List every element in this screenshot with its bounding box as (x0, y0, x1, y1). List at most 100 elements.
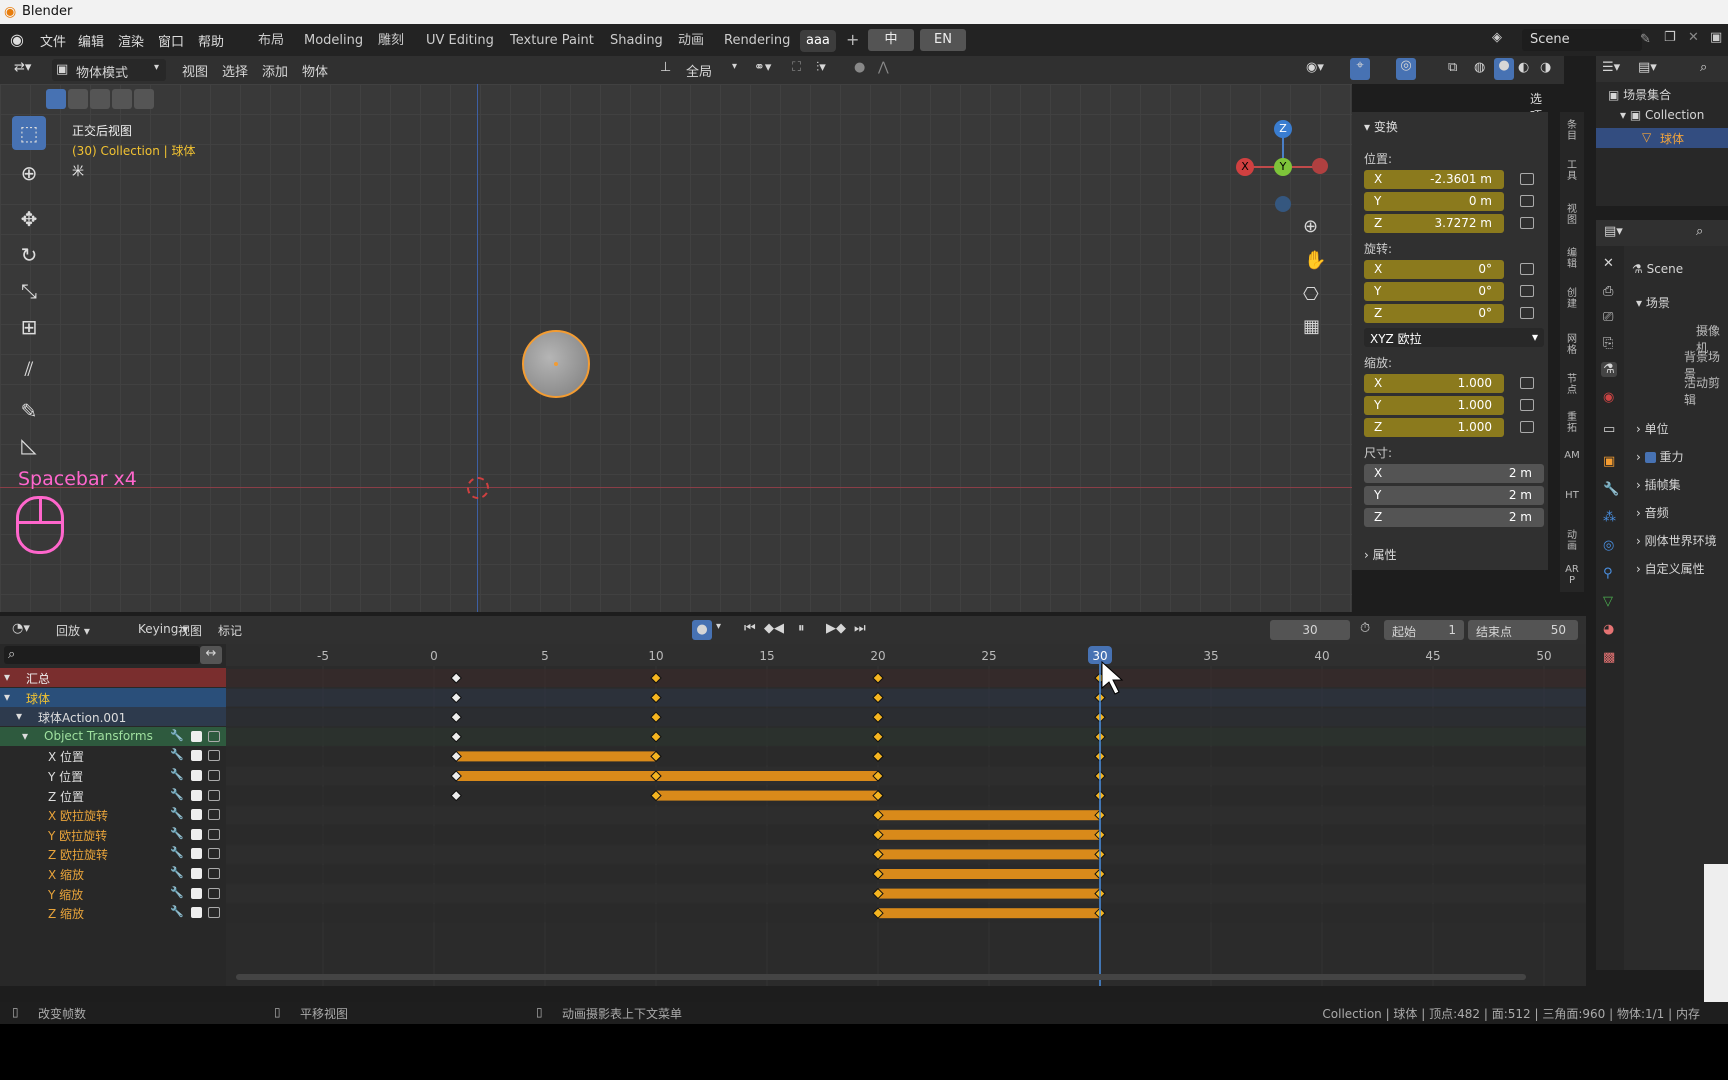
close-icon[interactable]: ✕ (1688, 30, 1699, 45)
lock-icon[interactable] (208, 750, 220, 762)
sphere-object[interactable] (522, 330, 590, 398)
location-y-field[interactable]: Y 0 m (1364, 192, 1504, 211)
sidebar-tab[interactable]: 编辑 (1564, 248, 1580, 270)
lock-icon[interactable] (1520, 263, 1534, 275)
gravity-panel-header[interactable]: › 重力 (1636, 448, 1683, 465)
sidebar-tab[interactable]: 视图 (1564, 204, 1580, 226)
material-shading-icon[interactable]: ◐ (1518, 60, 1529, 75)
modifier-icon[interactable]: 🔧 (170, 886, 184, 899)
sidebar-tab[interactable]: ARP (1564, 564, 1580, 586)
gizmo-z-axis[interactable]: Z (1274, 120, 1292, 138)
modifier-icon[interactable]: 🔧 (170, 807, 184, 820)
menu-object[interactable]: 物体 (302, 61, 328, 80)
channel-row[interactable]: Y 欧拉旋转 🔧 (0, 824, 226, 844)
select-extend-icon[interactable] (68, 89, 88, 109)
menu-add[interactable]: 添加 (262, 61, 288, 80)
sidebar-tab[interactable]: 条目 (1564, 120, 1580, 142)
editor-type-icon[interactable]: ▤▾ (1604, 224, 1623, 239)
scene-icon[interactable]: ◈ (1492, 30, 1502, 45)
output-tab-icon[interactable]: ⎚ (1603, 310, 1613, 325)
channel-row[interactable]: X 欧拉旋转 🔧 (0, 805, 226, 825)
camera-view-icon[interactable]: ⎔ (1303, 284, 1319, 305)
lock-icon[interactable] (208, 868, 220, 879)
scale-z-field[interactable]: Z 1.000 (1364, 418, 1504, 437)
channel-search-input[interactable]: ⌕ (4, 646, 200, 664)
rotation-y-field[interactable]: Y 0° (1364, 282, 1504, 301)
modifier-icon[interactable]: 🔧 (170, 905, 184, 918)
custom-props-panel-header[interactable]: › 自定义属性 (1636, 560, 1705, 577)
measure-tool[interactable]: ◺ (12, 428, 46, 462)
lock-icon[interactable] (1520, 195, 1534, 207)
scene-tab-icon[interactable]: ⚗ (1601, 362, 1617, 377)
mute-checkbox[interactable] (191, 887, 202, 899)
tab-texture-paint[interactable]: Texture Paint (504, 30, 600, 52)
lock-icon[interactable] (208, 809, 220, 821)
select-invert-icon[interactable] (112, 89, 132, 109)
jump-end-icon[interactable]: ⏭ (854, 621, 866, 636)
lock-icon[interactable] (1520, 217, 1534, 229)
channel-row[interactable]: ▾ 球体 (0, 687, 226, 707)
lang-button-en[interactable]: EN (920, 29, 966, 51)
channel-row[interactable]: X 位置 🔧 (0, 746, 226, 766)
rotation-z-field[interactable]: Z 0° (1364, 304, 1504, 323)
data-tab-icon[interactable]: ▽ (1603, 594, 1613, 609)
pin-icon[interactable]: ✎ (1640, 32, 1651, 47)
menu-select[interactable]: 选择 (222, 61, 248, 80)
scene-selector[interactable]: Scene ✎ (1522, 29, 1651, 51)
menu-help[interactable]: 帮助 (198, 31, 224, 50)
navigation-gizmo[interactable]: Z X Y (1236, 120, 1328, 212)
gravity-checkbox[interactable] (1644, 452, 1656, 463)
sidebar-tab[interactable]: 动画 (1564, 530, 1580, 552)
rotation-mode-select[interactable]: XYZ 欧拉 ▾ (1364, 328, 1544, 347)
select-subtract-icon[interactable] (90, 89, 110, 109)
object-tab-icon[interactable]: ▣ (1603, 454, 1615, 469)
lock-icon[interactable] (208, 848, 220, 860)
gizmo-y-axis[interactable]: Y (1274, 158, 1292, 176)
mute-checkbox[interactable] (191, 730, 202, 742)
channel-row[interactable]: Z 缩放 🔧 (0, 903, 226, 923)
gizmo-x-axis[interactable]: X (1236, 158, 1254, 176)
location-z-field[interactable]: Z 3.7272 m (1364, 214, 1504, 233)
transform-tool[interactable]: ⊞ (12, 310, 46, 344)
modifier-icon[interactable]: 🔧 (170, 866, 184, 879)
falloff-icon[interactable]: ⋀ (878, 60, 889, 75)
scene-panel-header[interactable]: ▾ 场景 (1636, 294, 1670, 311)
proportional-edit-icon[interactable]: ● (854, 60, 865, 75)
dimension-x-field[interactable]: X 2 m (1364, 464, 1544, 483)
sidebar-tab[interactable]: 网格 (1564, 334, 1580, 356)
texture-tab-icon[interactable]: ▩ (1603, 650, 1615, 665)
rotation-x-field[interactable]: X 0° (1364, 260, 1504, 279)
dimension-z-field[interactable]: Z 2 m (1364, 508, 1544, 527)
outliner-object-row[interactable]: ▽ 球体 (1596, 128, 1728, 148)
modifier-icon[interactable]: 🔧 (170, 768, 184, 781)
gizmo-toggle-icon[interactable]: ⌖ (1350, 58, 1370, 80)
audio-panel-header[interactable]: › 音频 (1636, 504, 1669, 521)
search-icon[interactable]: ⌕ (1696, 224, 1703, 239)
tab-aaa[interactable]: aaa (800, 30, 836, 52)
sidebar-tab[interactable]: HT (1564, 490, 1580, 501)
rendered-shading-icon[interactable]: ◑ (1540, 60, 1551, 75)
solid-shading-icon[interactable]: ● (1494, 58, 1514, 80)
modifier-icon[interactable]: 🔧 (170, 846, 184, 859)
outliner-scene-collection[interactable]: ▣ 场景集合 (1608, 86, 1671, 103)
physics-tab-icon[interactable]: ◎ (1603, 538, 1614, 553)
channel-row[interactable]: X 缩放 🔧 (0, 864, 226, 883)
cursor-tool[interactable]: ⊕ (12, 156, 46, 190)
overlay-toggle-icon[interactable]: ◎ (1396, 58, 1416, 80)
outliner-collection[interactable]: ▾ ▣ Collection (1620, 108, 1704, 122)
menu-view-timeline[interactable]: 视图 (178, 622, 202, 639)
tab-sculpt[interactable]: 雕刻 (372, 30, 410, 52)
lock-icon[interactable] (1520, 307, 1534, 319)
prev-keyframe-icon[interactable]: ◆◀ (764, 621, 784, 636)
expand-arrow-icon[interactable]: ▾ (4, 690, 10, 704)
view-layer-icon[interactable]: ▣ (1710, 30, 1722, 45)
annotate-line-tool[interactable]: ✎ (12, 394, 46, 428)
ortho-grid-icon[interactable]: ▦ (1303, 316, 1320, 337)
lock-icon[interactable] (1520, 399, 1534, 411)
blender-menu-icon[interactable]: ◉ (10, 30, 24, 49)
dimension-y-field[interactable]: Y 2 m (1364, 486, 1544, 505)
3d-viewport[interactable]: 选项 ▾ 正交后视图 (30) Collection | 球体 米 Spaceb… (0, 84, 1542, 612)
lang-button-zh[interactable]: 中 (868, 29, 914, 51)
next-keyframe-icon[interactable]: ▶◆ (826, 621, 846, 636)
lock-icon[interactable] (1520, 377, 1534, 389)
